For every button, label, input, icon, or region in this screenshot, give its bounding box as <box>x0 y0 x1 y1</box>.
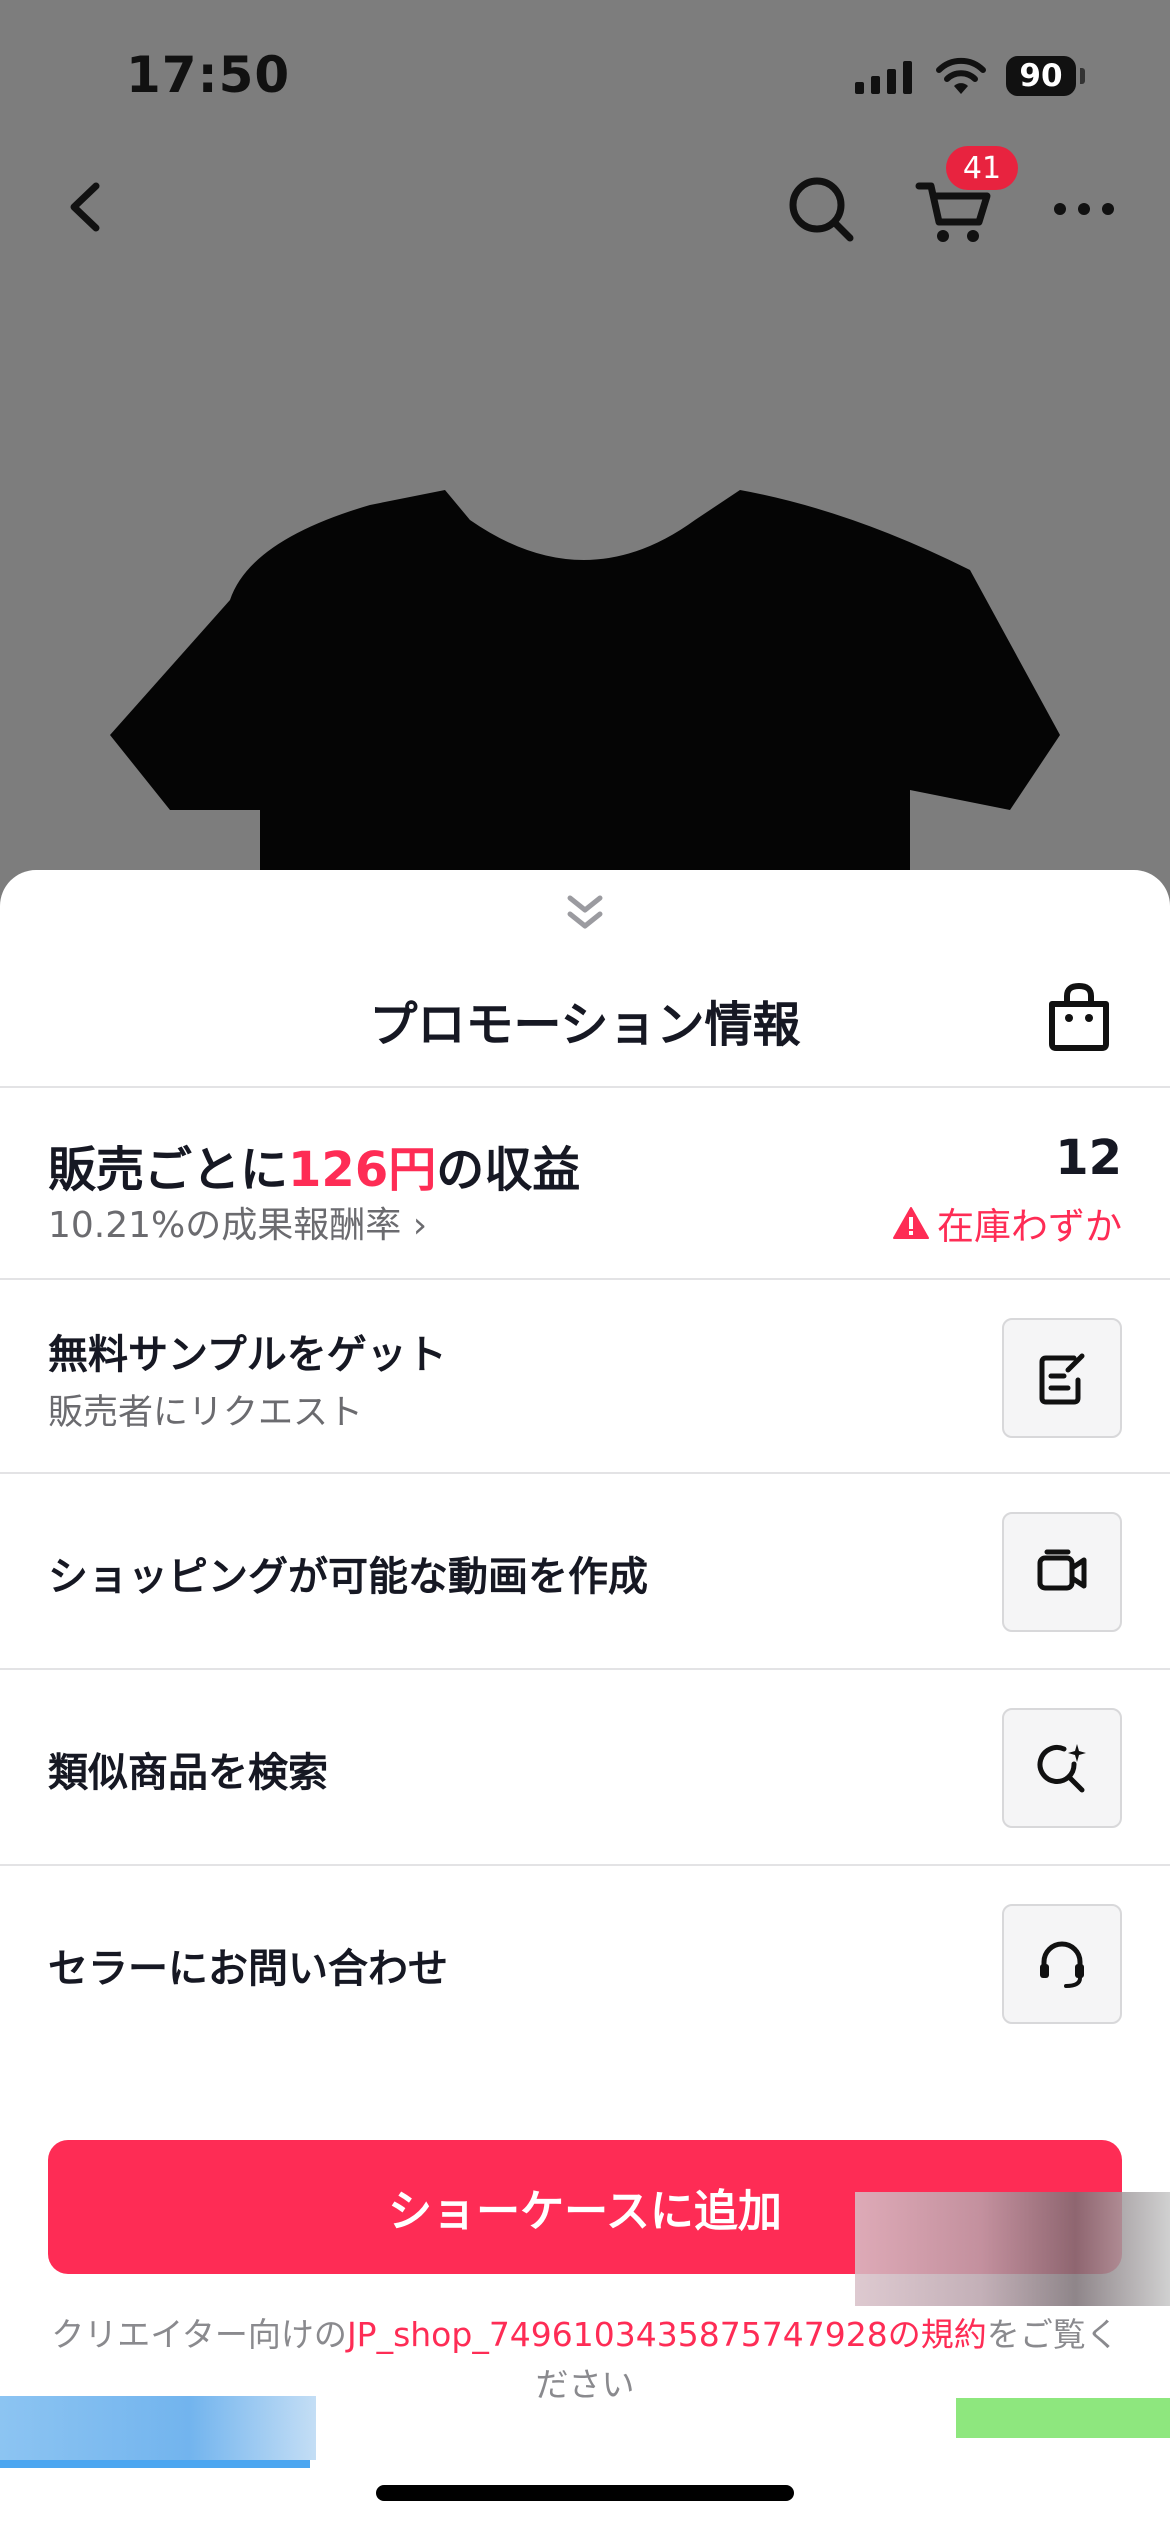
search-similar-products-row[interactable]: 類似商品を検索 <box>0 1670 1170 1864</box>
earnings-amount: 126円 <box>288 1142 437 1198</box>
earnings-title: 販売ごとに126円の収益 <box>48 1130 580 1200</box>
low-stock-warning: 在庫わずか <box>893 1196 1122 1250</box>
sheet-title: プロモーション情報 <box>369 997 801 1053</box>
home-indicator <box>376 2485 794 2501</box>
chevron-double-down-icon[interactable] <box>562 890 608 936</box>
status-time: 17:50 <box>126 46 291 104</box>
get-free-sample-row[interactable]: 無料サンプルをゲット 販売者にリクエスト <box>0 1280 1170 1474</box>
earnings-row: 販売ごとに126円の収益 10.21%の成果報酬率 › 12 在庫わずか <box>0 1088 1170 1280</box>
product-image[interactable] <box>110 480 1060 900</box>
redacted-region <box>0 2460 310 2468</box>
search-similar-button[interactable] <box>1002 1708 1122 1828</box>
search-icon[interactable] <box>786 172 858 244</box>
commission-rate-link[interactable]: 10.21%の成果報酬率 › <box>48 1196 427 1248</box>
action-label: セラーにお問い合わせ <box>48 1946 448 1992</box>
action-sublabel: 販売者にリクエスト <box>48 1393 364 1433</box>
warning-icon <box>893 1207 929 1239</box>
contact-seller-button[interactable] <box>1002 1904 1122 2024</box>
sparkle-search-icon <box>1037 1744 1086 1793</box>
redacted-region <box>956 2398 1170 2438</box>
redacted-region <box>855 2192 1170 2306</box>
shop-bag-icon[interactable] <box>1046 982 1112 1052</box>
action-label: ショッピングが可能な動画を作成 <box>48 1554 648 1600</box>
redacted-region <box>0 2396 316 2460</box>
terms-before: クリエイター向けの <box>51 2315 347 2354</box>
get-free-sample-button[interactable] <box>1002 1318 1122 1438</box>
create-video-button[interactable] <box>1002 1512 1122 1632</box>
wifi-icon <box>936 57 986 94</box>
document-edit-icon <box>1039 1353 1085 1405</box>
stock-count: 12 <box>1055 1130 1122 1186</box>
video-camera-icon <box>1037 1549 1087 1591</box>
action-label: 無料サンプルをゲット <box>48 1332 447 1378</box>
create-shoppable-video-row[interactable]: ショッピングが可能な動画を作成 <box>0 1474 1170 1668</box>
terms-link[interactable]: JP_shop_7496103435875747928の規約 <box>347 2315 987 2354</box>
product-page-background: 17:50 90 41 <box>0 0 1170 900</box>
low-stock-text: 在庫わずか <box>937 1205 1122 1248</box>
earnings-suffix: の収益 <box>436 1142 581 1198</box>
status-bar: 17:50 90 <box>0 0 1170 150</box>
cellular-signal-icon <box>855 60 912 94</box>
earnings-prefix: 販売ごとに <box>48 1142 289 1198</box>
back-icon[interactable] <box>56 172 116 242</box>
action-label: 類似商品を検索 <box>48 1750 328 1796</box>
battery-tip <box>1080 68 1085 84</box>
terms-notice: クリエイター向けのJP_shop_7496103435875747928の規約を… <box>48 2310 1122 2410</box>
battery-indicator: 90 <box>1006 56 1076 96</box>
cart-count-badge: 41 <box>946 146 1018 190</box>
contact-seller-row[interactable]: セラーにお問い合わせ <box>0 1866 1170 2060</box>
headset-icon <box>1040 1941 1084 1988</box>
more-options-icon[interactable] <box>1052 194 1116 224</box>
